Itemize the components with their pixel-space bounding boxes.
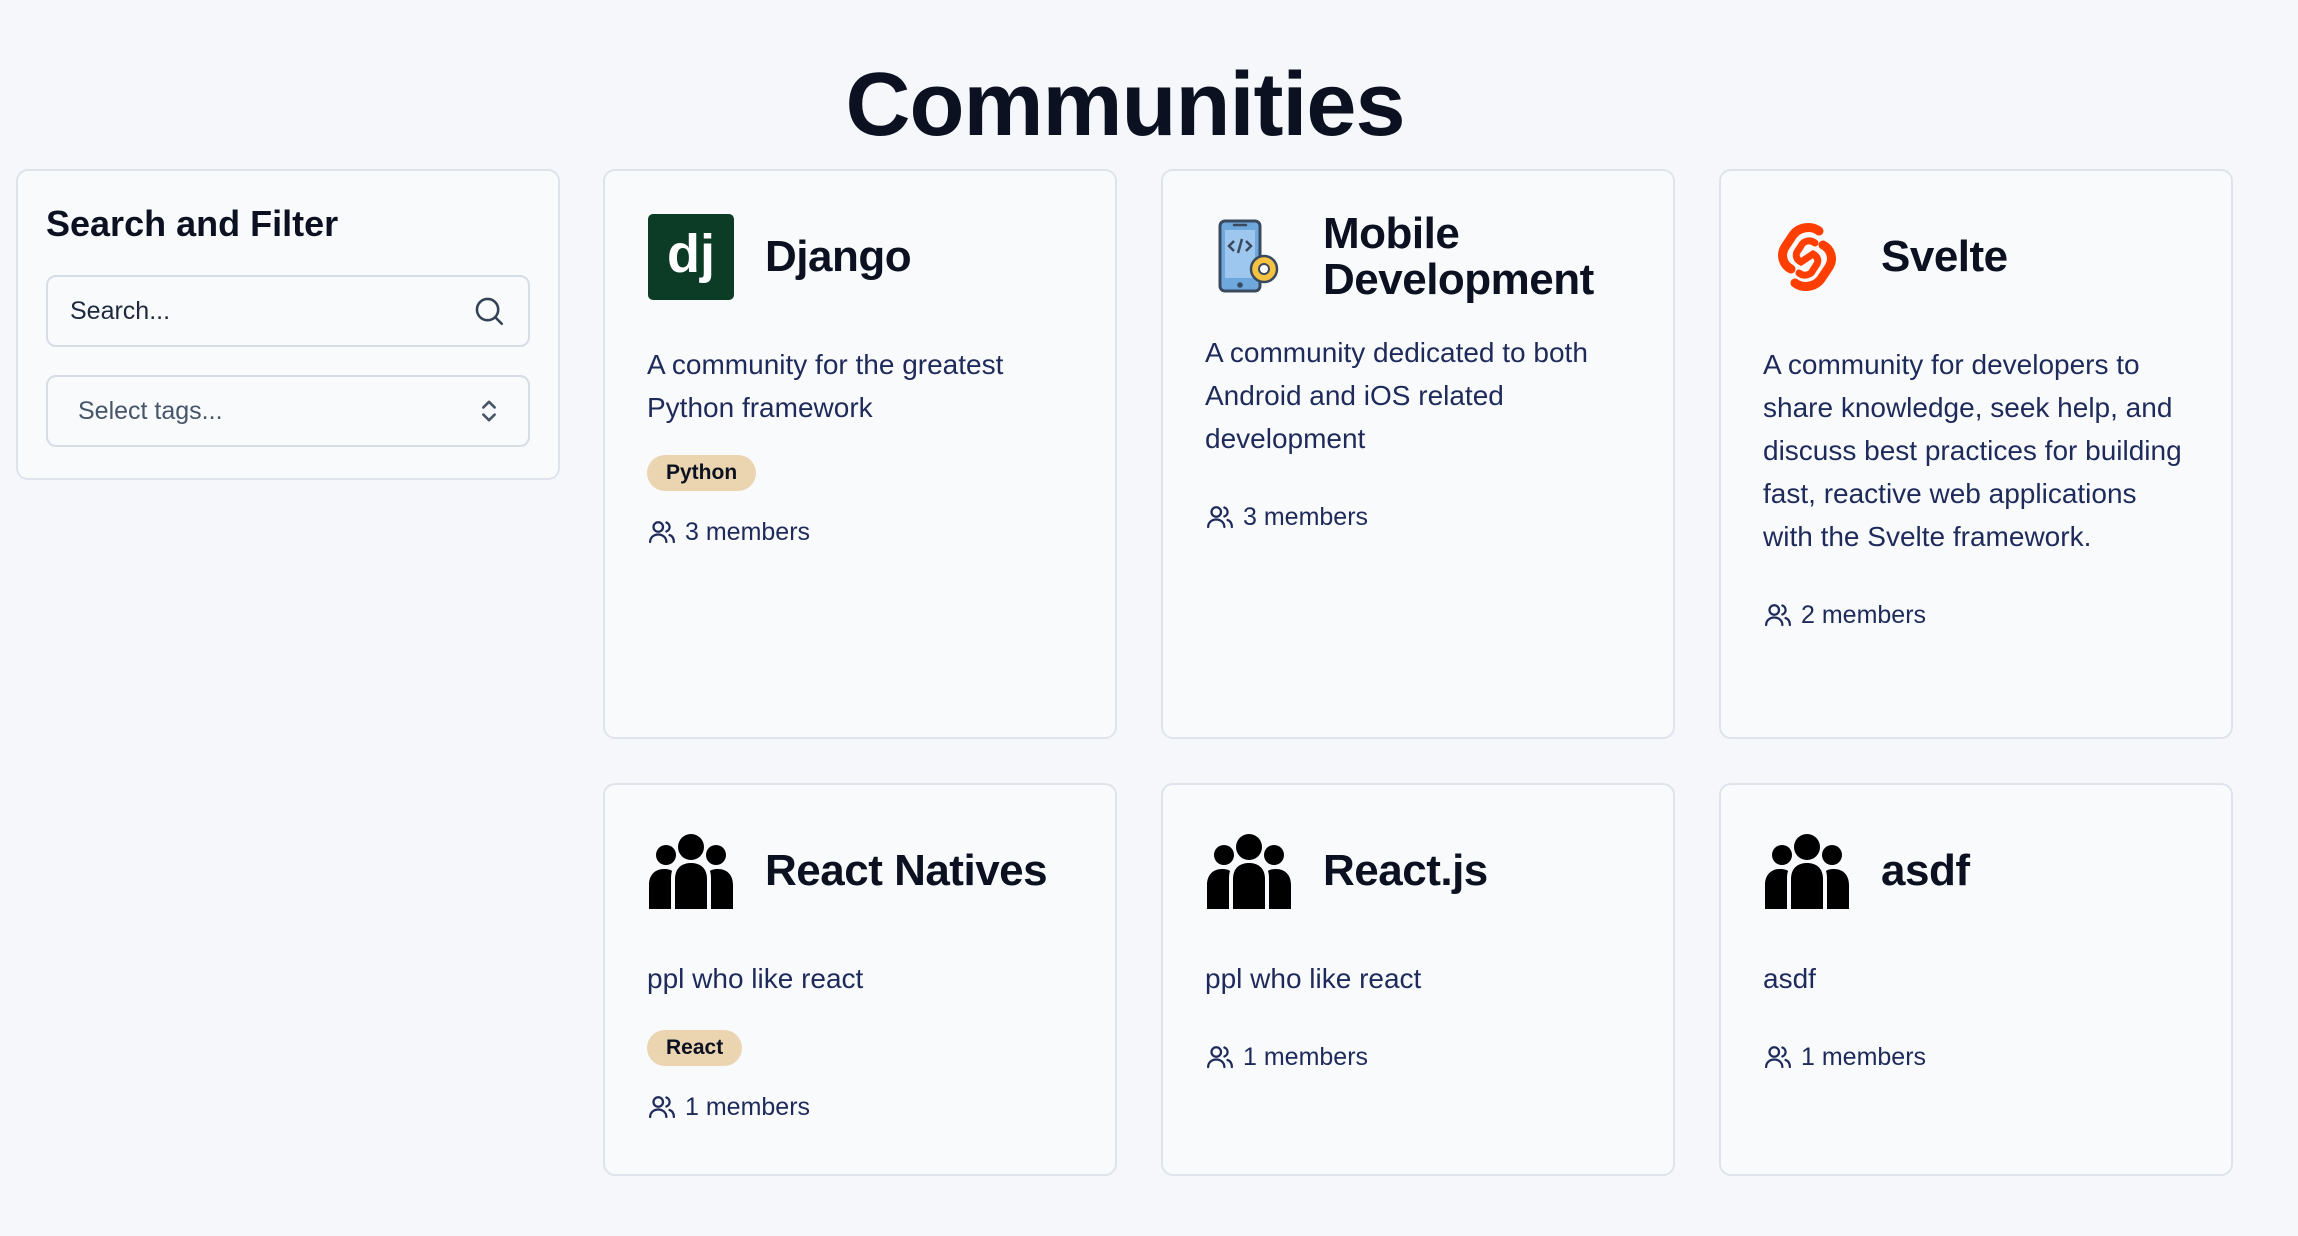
community-members: 2 members [1763,600,2189,630]
chevron-up-down-icon [482,400,496,422]
search-icon[interactable] [472,294,506,328]
community-members: 3 members [647,517,1073,547]
svg-text:dj: dj [667,224,715,284]
community-description: ppl who like react [647,963,864,994]
people-group-icon [647,827,735,915]
members-count: 1 members [685,1092,811,1121]
users-icon [649,521,675,544]
community-card-react-natives[interactable]: React Natives ppl who like react React 1… [603,783,1117,1176]
community-members: 1 members [647,1092,1073,1122]
svelte-logo [1763,213,1851,301]
sidebar-title: Search and Filter [46,203,339,244]
people-group-icon [1205,827,1293,915]
people-group-icon [1763,827,1851,915]
community-name: Svelte [1881,232,2008,281]
community-members: 1 members [1205,1042,1631,1072]
community-name: Django [765,232,912,281]
community-name: Mobile Development [1323,209,1594,304]
community-members: 1 members [1763,1042,2189,1072]
communities-page: Communities Search and Filter Select tag… [0,0,2298,1236]
members-count: 1 members [1801,1042,1927,1071]
community-name: React Natives [765,846,1048,895]
users-icon [1765,1046,1791,1069]
search-field[interactable] [46,275,530,347]
community-name: asdf [1881,846,1970,895]
tags-select[interactable]: Select tags... [46,375,530,447]
django-logo: dj [647,213,735,301]
tags-select-placeholder: Select tags... [78,396,223,425]
community-description: A community for the greatest Python fram… [647,349,1004,423]
users-icon [1765,604,1791,627]
users-icon [649,1096,675,1119]
community-tag: Python [647,455,757,491]
members-count: 2 members [1801,600,1927,629]
community-name: React.js [1323,846,1488,895]
community-description: ppl who like react [1205,963,1422,994]
community-members: 3 members [1205,502,1631,532]
community-card-asdf[interactable]: asdf asdf 1 members [1719,783,2233,1176]
community-card-django[interactable]: dj Django A community for the greatest P… [603,169,1117,739]
community-description: A community dedicated to both Android an… [1205,337,1588,454]
community-tag: React [647,1030,743,1066]
members-count: 3 members [1243,502,1369,531]
community-card-react-js[interactable]: React.js ppl who like react 1 members [1161,783,1675,1176]
members-count: 1 members [1243,1042,1369,1071]
community-description: asdf [1763,963,1816,994]
community-description: A community for developers to share know… [1763,349,2182,552]
community-card-mobile-development[interactable]: Mobile Development A community dedicated… [1161,169,1675,739]
community-card-svelte[interactable]: Svelte A community for developers to sha… [1719,169,2233,739]
page-title: Communities [845,55,1405,155]
users-icon [1207,1046,1233,1069]
mobile-development-icon [1205,213,1293,301]
search-filter-panel: Search and Filter Select tags... [16,169,560,480]
users-icon [1207,506,1233,529]
members-count: 3 members [685,517,811,546]
search-input[interactable] [70,296,450,326]
